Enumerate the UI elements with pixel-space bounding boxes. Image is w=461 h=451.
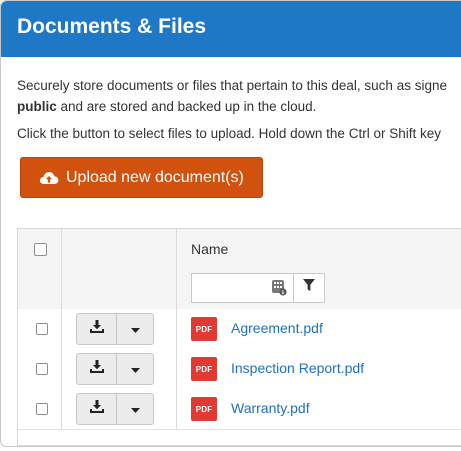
file-name-link[interactable]: Agreement.pdf (231, 320, 323, 336)
files-grid: Name $ PDF Agreement.pdf PDF Inspection … (17, 228, 461, 446)
grid-header-row: Name (18, 229, 461, 270)
download-options-dropdown[interactable] (117, 314, 153, 344)
svg-text:$: $ (281, 290, 284, 296)
download-options-dropdown[interactable] (117, 394, 153, 424)
panel-header: Documents & Files (1, 1, 461, 57)
table-row: PDF Inspection Report.pdf (18, 349, 461, 390)
row-checkbox[interactable] (36, 363, 48, 375)
download-button[interactable] (77, 354, 117, 384)
documents-panel: Documents & Files Securely store documen… (0, 0, 461, 447)
cloud-upload-icon (39, 170, 59, 186)
column-header-name[interactable]: Name (191, 241, 228, 257)
download-split-button (76, 353, 154, 385)
download-icon (89, 400, 104, 418)
grid-filter-row: $ (18, 269, 461, 310)
column-divider (61, 229, 62, 429)
download-button[interactable] (77, 314, 117, 344)
column-divider (176, 229, 177, 429)
download-split-button (76, 393, 154, 425)
description-line-2: and are stored and backed up in the clou… (56, 99, 317, 114)
select-all-checkbox[interactable] (34, 243, 47, 256)
upload-documents-button[interactable]: Upload new document(s) (20, 157, 263, 198)
caret-down-icon (130, 360, 140, 378)
file-type-label: PDF (195, 324, 213, 334)
download-split-button (76, 313, 154, 345)
description-line-1: Securely store documents or files that p… (17, 78, 447, 93)
row-checkbox[interactable] (36, 323, 48, 335)
table-row: PDF Warranty.pdf (18, 389, 461, 430)
pdf-file-icon: PDF (191, 357, 217, 381)
panel-title: Documents & Files (17, 15, 207, 38)
description-public-bold: public (17, 99, 57, 114)
download-icon (89, 360, 104, 378)
file-name-link[interactable]: Warranty.pdf (231, 400, 310, 416)
file-name-link[interactable]: Inspection Report.pdf (231, 360, 364, 376)
caret-down-icon (130, 400, 140, 418)
file-type-label: PDF (195, 404, 213, 414)
pdf-file-icon: PDF (191, 397, 217, 421)
table-row: PDF Agreement.pdf (18, 309, 461, 350)
upload-button-label: Upload new document(s) (66, 168, 244, 186)
file-type-label: PDF (195, 364, 213, 374)
filter-icon (303, 279, 315, 297)
upload-instructions: Click the button to select files to uplo… (17, 126, 441, 141)
download-button[interactable] (77, 394, 117, 424)
download-icon (89, 320, 104, 338)
download-options-dropdown[interactable] (117, 354, 153, 384)
row-checkbox[interactable] (36, 403, 48, 415)
filter-button[interactable] (293, 273, 325, 303)
description-text: Securely store documents or files that p… (17, 75, 461, 117)
calculator-icon[interactable]: $ (272, 280, 287, 301)
caret-down-icon (130, 320, 140, 338)
pdf-file-icon: PDF (191, 317, 217, 341)
